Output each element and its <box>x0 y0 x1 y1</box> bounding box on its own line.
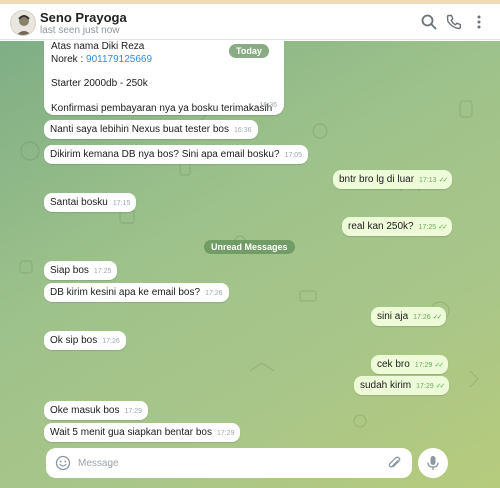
message-input[interactable] <box>78 456 368 470</box>
message-text: Nanti saya lebihin Nexus buat tester bos <box>50 124 229 135</box>
voice-record-button[interactable] <box>418 448 448 478</box>
message-text: cek bro <box>377 359 410 370</box>
avatar[interactable] <box>10 10 36 36</box>
message-text: Konfirmasi pembayaran nya ya bosku terim… <box>51 102 273 114</box>
message-bubble: Oke masuk bos 17:29 <box>44 401 149 420</box>
message-time: 17:26 <box>413 314 431 321</box>
message-time: 17:26 <box>205 290 223 297</box>
message-time: 17:29 <box>416 383 434 390</box>
message-bubble: Siap bos 17:25 <box>44 261 118 280</box>
message-time: 16:36 <box>259 101 277 109</box>
message-time: 17:29 <box>216 430 235 437</box>
message-bubble: Santai bosku 17:15 <box>44 193 137 212</box>
message-text: DB kirim kesini apa ke email bos? <box>50 287 201 298</box>
message-bubble: Nanti saya lebihin Nexus buat tester bos… <box>44 120 258 139</box>
message-bubble: Wait 5 menit gua siapkan bentar bos 17:29 <box>44 423 241 442</box>
more-vertical-icon[interactable] <box>470 13 488 31</box>
message-time: 17:13 <box>419 177 437 184</box>
message-bubble: real kan 250k? 17:25 ✓✓ <box>342 217 452 236</box>
message-text: Starter 2000db - 250k <box>51 78 148 89</box>
message-text: Dikirim kemana DB nya bos? Sini apa emai… <box>50 149 280 160</box>
message-text: sudah kirim <box>360 380 412 391</box>
message-time: 17:26 <box>102 338 120 345</box>
date-pill: Today <box>229 44 269 58</box>
message-time: 17:25 <box>418 224 437 231</box>
message-bubble: DB kirim kesini apa ke email bos? 17:26 <box>44 283 229 302</box>
message-bubble: sini aja 17:26 ✓✓ <box>371 307 447 326</box>
account-number-link[interactable]: 901179125669 <box>86 54 152 65</box>
double-check-icon: ✓✓ <box>438 177 449 184</box>
last-seen-status: last seen just now <box>40 25 120 36</box>
message-time: 17:25 <box>93 268 112 275</box>
message-composer <box>46 448 412 478</box>
double-check-icon: ✓✓ <box>435 383 446 390</box>
attach-icon[interactable] <box>386 455 402 471</box>
message-time: 17:29 <box>414 362 433 369</box>
message-text: Oke masuk bos <box>50 405 120 416</box>
search-icon[interactable] <box>420 13 438 31</box>
message-bubble: sudah kirim 17:29 ✓✓ <box>354 376 450 395</box>
double-check-icon: ✓✓ <box>434 362 444 369</box>
message-bubble: Dikirim kemana DB nya bos? Sini apa emai… <box>44 145 309 164</box>
message-bubble: Ok sip bos 17:26 <box>44 331 126 350</box>
message-text: Siap bos <box>50 265 89 276</box>
message-text: bntr bro lg di luar <box>339 174 415 185</box>
chat-header: Seno Prayoga last seen just now <box>0 4 500 40</box>
contact-name[interactable]: Seno Prayoga <box>40 10 127 25</box>
message-time: 17:15 <box>112 200 131 207</box>
message-time: 16:36 <box>234 127 252 134</box>
message-text: Wait 5 menit gua siapkan bentar bos <box>50 427 212 438</box>
message-text: real kan 250k? <box>348 221 414 232</box>
message-time: 17:29 <box>124 408 143 415</box>
phone-icon[interactable] <box>445 13 463 31</box>
message-text: Santai bosku <box>50 197 108 208</box>
double-check-icon: ✓✓ <box>432 314 443 321</box>
message-text: Ok sip bos <box>50 335 98 346</box>
message-bubble: cek bro 17:29 ✓✓ <box>371 355 449 374</box>
double-check-icon: ✓✓ <box>438 224 448 231</box>
chat-background: Atas nama Diki Reza Norek : 901179125669… <box>0 41 500 488</box>
message-text: Norek : <box>51 53 87 65</box>
message-time: 17:05 <box>284 152 303 159</box>
unread-messages-divider: Unread Messages <box>204 240 295 254</box>
message-text: sini aja <box>377 311 409 322</box>
microphone-icon <box>427 456 439 470</box>
message-bubble: bntr bro lg di luar 17:13 ✓✓ <box>333 170 453 189</box>
emoji-icon[interactable] <box>55 455 71 471</box>
